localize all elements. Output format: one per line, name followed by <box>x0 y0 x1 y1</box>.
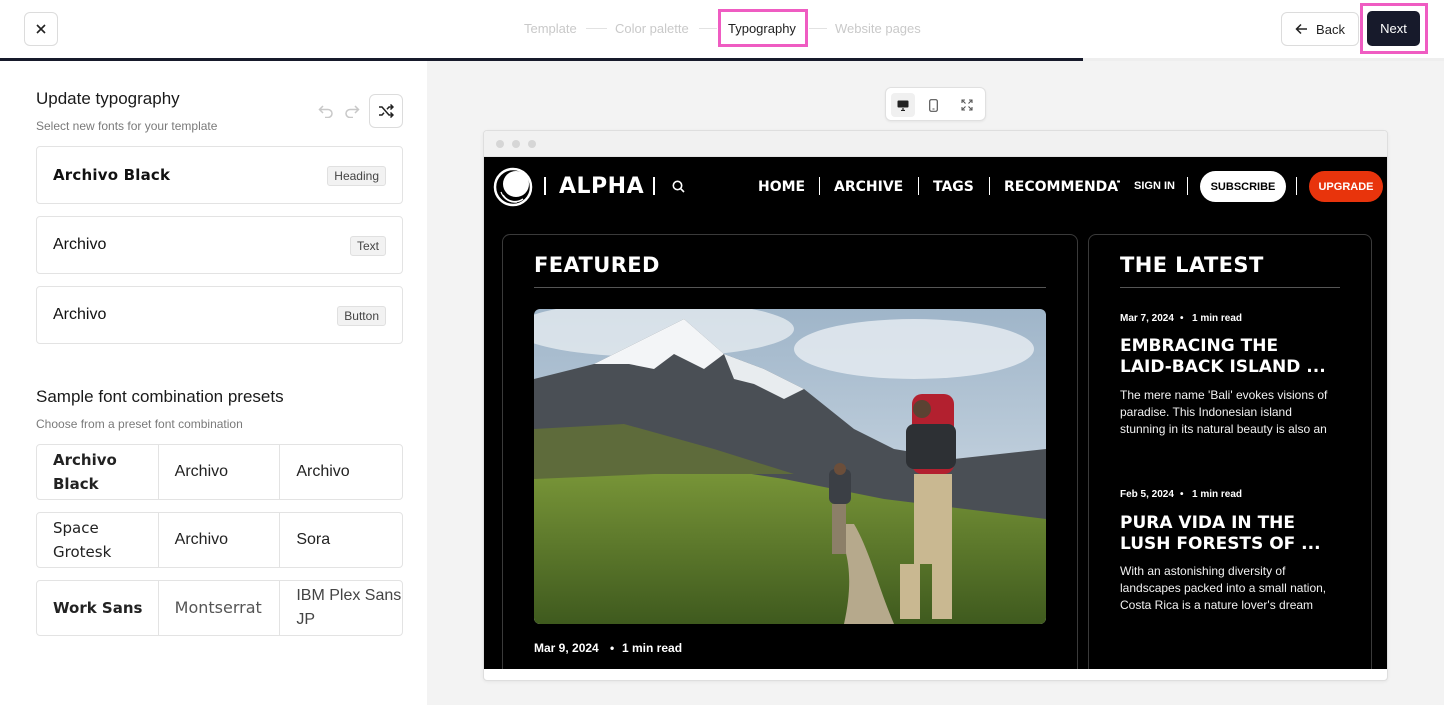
redo-button[interactable] <box>341 100 363 122</box>
arrow-left-icon <box>1295 23 1308 35</box>
nav-overflow-clip: RECOMMENDATIONS <box>1004 177 1120 199</box>
search-icon[interactable] <box>672 180 685 193</box>
text-font-card[interactable]: Archivo Text <box>36 216 403 274</box>
presets-subtitle: Choose from a preset font combination <box>36 417 243 431</box>
post-date: Feb 5, 2024 <box>1120 489 1174 500</box>
nav-divider <box>819 177 820 195</box>
desktop-view-button[interactable] <box>891 93 915 117</box>
undo-icon <box>318 105 333 118</box>
preset-button-font: Archivo <box>296 463 350 480</box>
featured-date: Mar 9, 2024 <box>534 641 599 655</box>
nav-tags[interactable]: TAGS <box>933 179 974 195</box>
window-dot <box>528 140 536 148</box>
nav-archive[interactable]: ARCHIVE <box>834 179 903 195</box>
step-template[interactable]: Template <box>524 21 577 36</box>
preset-text-font: Archivo <box>159 513 281 567</box>
preset-button-font: Sora <box>296 531 331 548</box>
desktop-icon <box>897 100 909 111</box>
typography-subtitle: Select new fonts for your template <box>36 119 218 133</box>
shuffle-button[interactable] <box>369 94 403 128</box>
site-logo-icon <box>493 167 533 207</box>
header-divider <box>544 177 546 195</box>
window-dot <box>496 140 504 148</box>
meta-bullet: • <box>1180 313 1184 324</box>
preset-heading-font: Space Grotesk <box>37 513 159 567</box>
fullscreen-button[interactable] <box>955 93 979 117</box>
preset-row[interactable]: Archivo Black Archivo Archivo <box>36 444 403 500</box>
redo-icon <box>345 105 360 118</box>
undo-button[interactable] <box>315 100 337 122</box>
presets-title: Sample font combination presets <box>36 387 284 406</box>
stepper: Template Color palette Typography Websit… <box>0 0 1444 58</box>
nav-home[interactable]: HOME <box>758 179 805 195</box>
featured-hero-image[interactable] <box>534 309 1046 624</box>
post-read-time: 1 min read <box>1192 313 1243 324</box>
browser-toolbar <box>484 131 1387 157</box>
latest-heading: THE LATEST <box>1120 253 1264 277</box>
step-typography[interactable]: Typography <box>728 21 796 36</box>
post-read-time: 1 min read <box>1192 489 1243 500</box>
next-button[interactable]: Next <box>1367 11 1420 46</box>
typography-title: Update typography <box>36 89 180 108</box>
expand-icon <box>961 99 973 111</box>
text-font-name: Archivo <box>53 236 107 253</box>
featured-divider <box>534 287 1046 288</box>
shuffle-icon <box>379 104 394 118</box>
typography-panel: Update typography Select new fonts for y… <box>0 61 427 705</box>
post-excerpt: The mere name 'Bali' evokes visions of p… <box>1120 388 1328 436</box>
preset-row[interactable]: Space Grotesk Archivo Sora <box>36 512 403 568</box>
nav-recommendations[interactable]: RECOMMENDATIONS <box>1004 179 1120 195</box>
preset-heading-font: Archivo Black <box>37 445 159 499</box>
post-title[interactable]: EMBRACING THE LAID-BACK ISLAND ... <box>1120 336 1335 378</box>
heading-role-tag: Heading <box>327 166 386 186</box>
post-date: Mar 7, 2024 <box>1120 313 1174 324</box>
step-color-palette[interactable]: Color palette <box>615 21 689 36</box>
button-font-name: Archivo <box>53 306 107 323</box>
heading-font-name: Archivo Black <box>53 166 171 184</box>
mobile-icon <box>928 98 938 112</box>
device-toggle <box>885 87 986 121</box>
post-excerpt: With an astonishing diversity of landsca… <box>1120 564 1327 612</box>
browser-frame: ALPHA HOME ARCHIVE TAGS RECOMMENDATIONS … <box>483 130 1388 681</box>
text-role-tag: Text <box>349 236 386 256</box>
button-role-tag: Button <box>337 306 386 326</box>
featured-heading: FEATURED <box>534 253 660 277</box>
preset-row[interactable]: Work Sans Montserrat IBM Plex Sans JP <box>36 580 403 636</box>
step-connector <box>699 28 717 29</box>
meta-bullet: • <box>610 641 615 655</box>
nav-divider <box>989 177 990 195</box>
site-preview: ALPHA HOME ARCHIVE TAGS RECOMMENDATIONS … <box>484 157 1387 669</box>
header-divider <box>1187 177 1188 195</box>
preset-text-font: Montserrat <box>159 581 281 635</box>
step-connector <box>809 28 827 29</box>
preset-button-font: IBM Plex Sans JP <box>296 587 402 628</box>
step-connector <box>586 28 607 29</box>
button-font-card[interactable]: Archivo Button <box>36 286 403 344</box>
top-bar: Template Color palette Typography Websit… <box>0 0 1444 58</box>
heading-font-card[interactable]: Archivo Black Heading <box>36 146 403 204</box>
preset-text-font: Archivo <box>159 445 281 499</box>
post-title[interactable]: PURA VIDA IN THE LUSH FORESTS OF ... <box>1120 513 1335 555</box>
back-button[interactable]: Back <box>1281 12 1359 46</box>
sign-in-link[interactable]: SIGN IN <box>1134 180 1175 192</box>
header-divider <box>653 177 655 195</box>
site-title[interactable]: ALPHA <box>559 174 644 199</box>
upgrade-button[interactable]: UPGRADE <box>1309 171 1383 202</box>
window-dot <box>512 140 520 148</box>
preset-heading-font: Work Sans <box>37 581 159 635</box>
back-label: Back <box>1316 21 1345 37</box>
latest-divider <box>1120 287 1340 288</box>
mobile-view-button[interactable] <box>921 93 945 117</box>
featured-read-time: 1 min read <box>622 641 683 655</box>
nav-divider <box>918 177 919 195</box>
subscribe-button[interactable]: SUBSCRIBE <box>1200 171 1286 202</box>
step-website-pages[interactable]: Website pages <box>835 21 921 36</box>
header-divider <box>1296 177 1297 195</box>
meta-bullet: • <box>1180 489 1184 500</box>
